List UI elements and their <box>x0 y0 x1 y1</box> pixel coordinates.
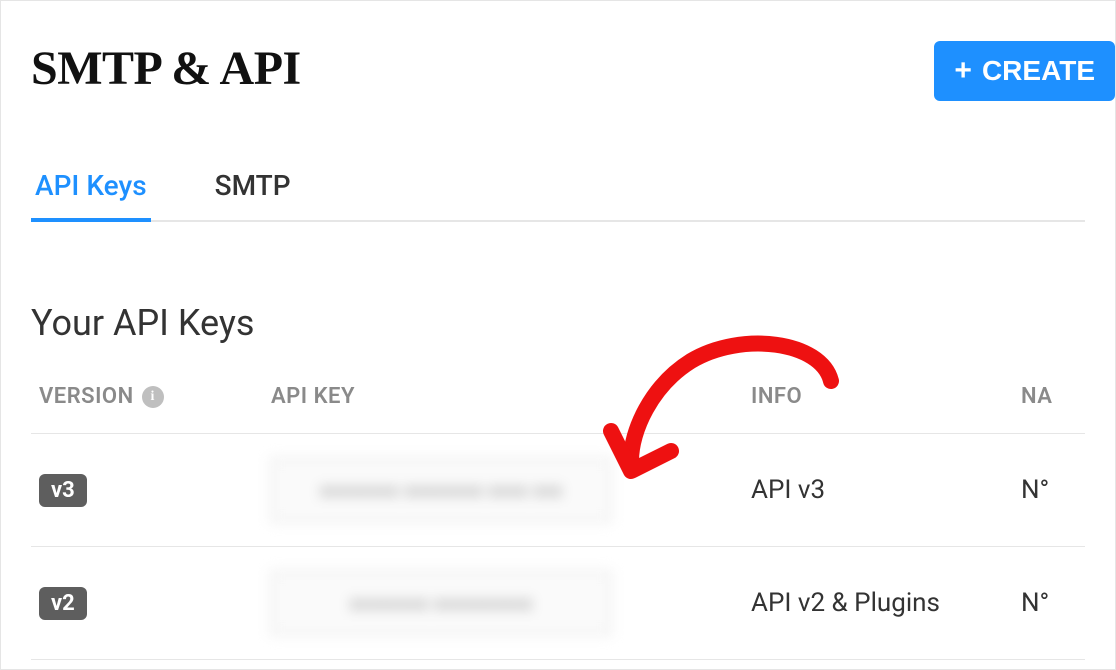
plus-icon: + <box>954 56 972 86</box>
api-keys-table: VERSION i API KEY INFO NA v3 xxxxxxxx xx… <box>31 384 1085 660</box>
tab-api-keys[interactable]: API Keys <box>31 169 151 222</box>
section-title: Your API Keys <box>31 302 1085 344</box>
create-button-label: CREATE <box>982 55 1095 87</box>
col-header-apikey: API KEY <box>271 384 751 409</box>
info-text: API v3 <box>751 475 1021 505</box>
page-title: SMTP & API <box>31 41 301 96</box>
tabs: API Keys SMTP <box>31 169 1085 222</box>
table-header-row: VERSION i API KEY INFO NA <box>31 384 1085 434</box>
version-badge: v2 <box>39 587 87 620</box>
col-header-version: VERSION i <box>31 384 271 409</box>
col-header-version-label: VERSION <box>39 384 134 409</box>
table-row: v2 xxxxxxxx xxxxxxxxxx API v2 & Plugins … <box>31 547 1085 660</box>
info-icon[interactable]: i <box>142 386 164 408</box>
tab-smtp[interactable]: SMTP <box>211 169 295 222</box>
name-text: N° <box>1021 475 1085 505</box>
apikey-field[interactable]: xxxxxxxx xxxxxxxxxx <box>271 571 611 635</box>
table-row: v3 xxxxxxxx xxxxxxxx xxxx xxx API v3 N° <box>31 434 1085 547</box>
create-button[interactable]: + CREATE <box>934 41 1115 101</box>
info-text: API v2 & Plugins <box>751 588 1021 618</box>
version-badge: v3 <box>39 474 87 507</box>
col-header-info: INFO <box>751 384 1021 409</box>
col-header-name: NA <box>1021 384 1085 409</box>
apikey-field[interactable]: xxxxxxxx xxxxxxxx xxxx xxx <box>271 458 611 522</box>
name-text: N° <box>1021 588 1085 618</box>
